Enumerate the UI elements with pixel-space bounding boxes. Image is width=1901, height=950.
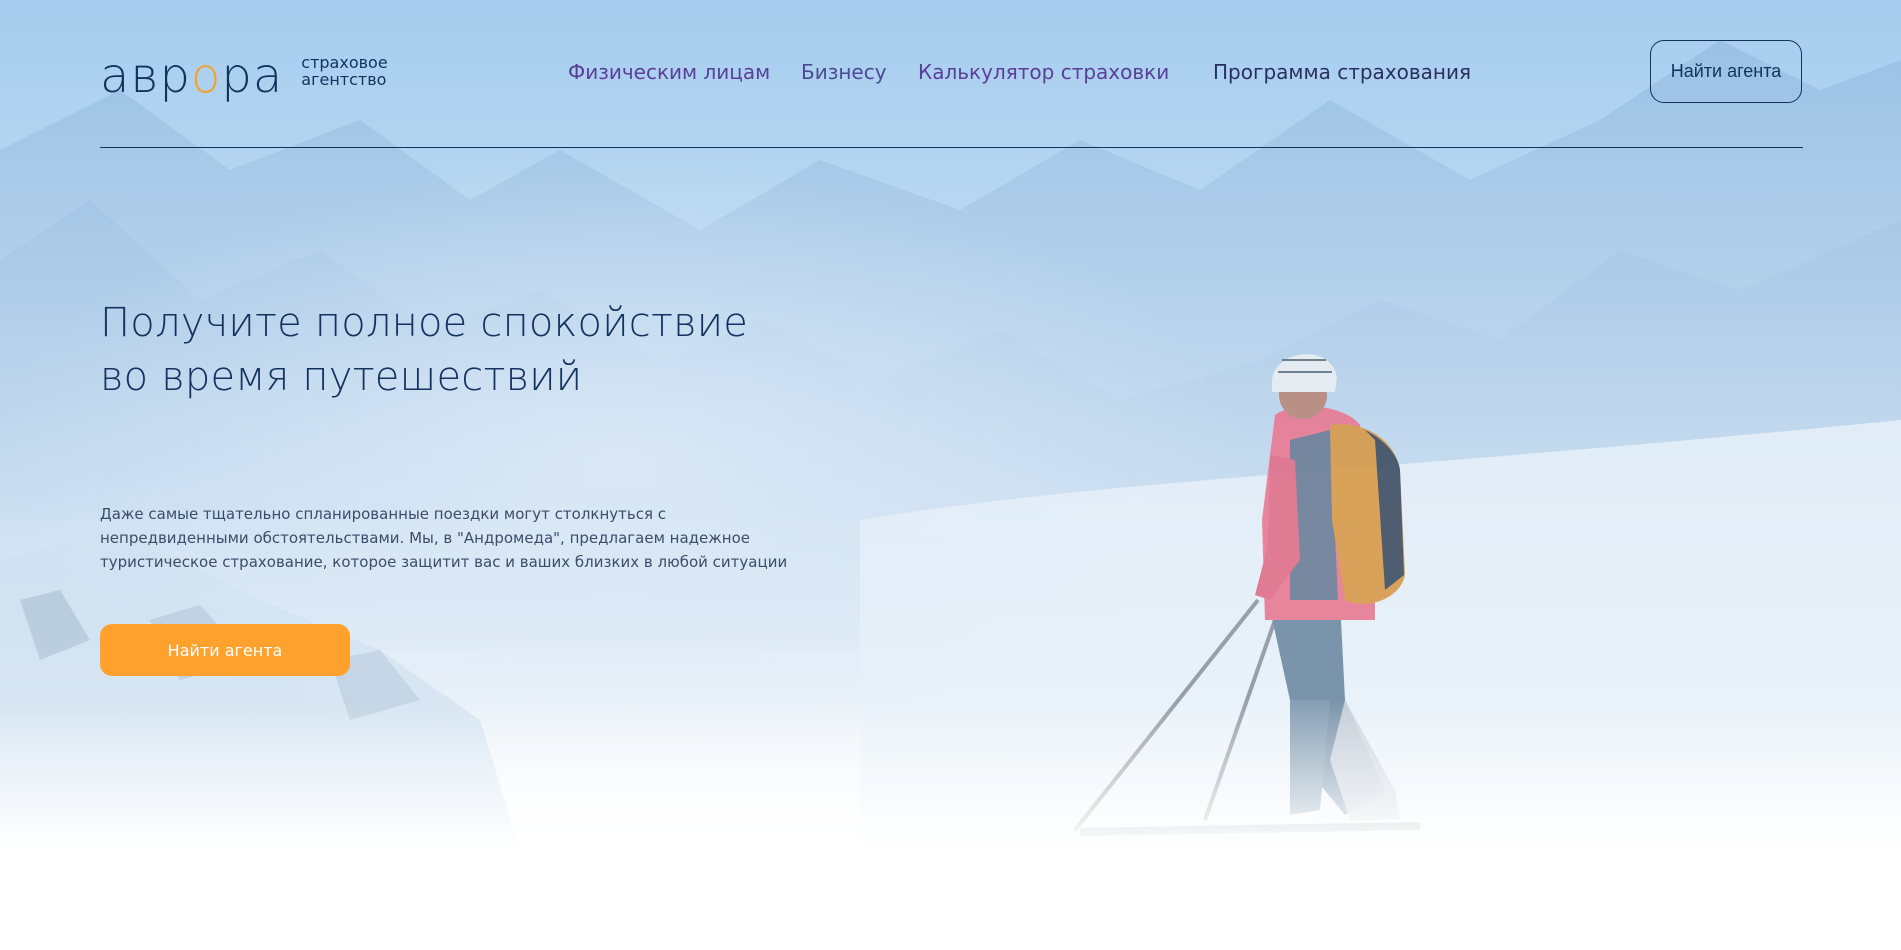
nav-item-business[interactable]: Бизнесу: [801, 58, 887, 86]
bottom-fade-overlay: [0, 700, 1901, 850]
logo-tagline: страховое агентство: [301, 54, 387, 88]
logo-tagline-line2: агентство: [301, 70, 387, 89]
logo-accent-letter: о: [191, 48, 222, 104]
nav-item-insurance-calculator[interactable]: Калькулятор страховки: [918, 58, 1169, 86]
logo-tagline-line1: страховое: [301, 53, 388, 72]
nav-item-individuals[interactable]: Физическим лицам: [568, 58, 770, 86]
nav-item-insurance-program[interactable]: Программа страхования: [1213, 58, 1471, 86]
hero-section: [0, 0, 1901, 850]
find-agent-cta-button[interactable]: Найти агента: [100, 624, 350, 676]
header-divider: [100, 147, 1803, 148]
find-agent-header-button[interactable]: Найти агента: [1650, 40, 1802, 103]
hero-lead-text: Даже самые тщательно спланированные поез…: [100, 505, 788, 571]
logo-wordmark: аврора: [100, 48, 284, 104]
logo[interactable]: аврора страховое агентство: [100, 48, 388, 104]
hero-headline: Получите полное спокойствие во время пут…: [100, 300, 749, 400]
